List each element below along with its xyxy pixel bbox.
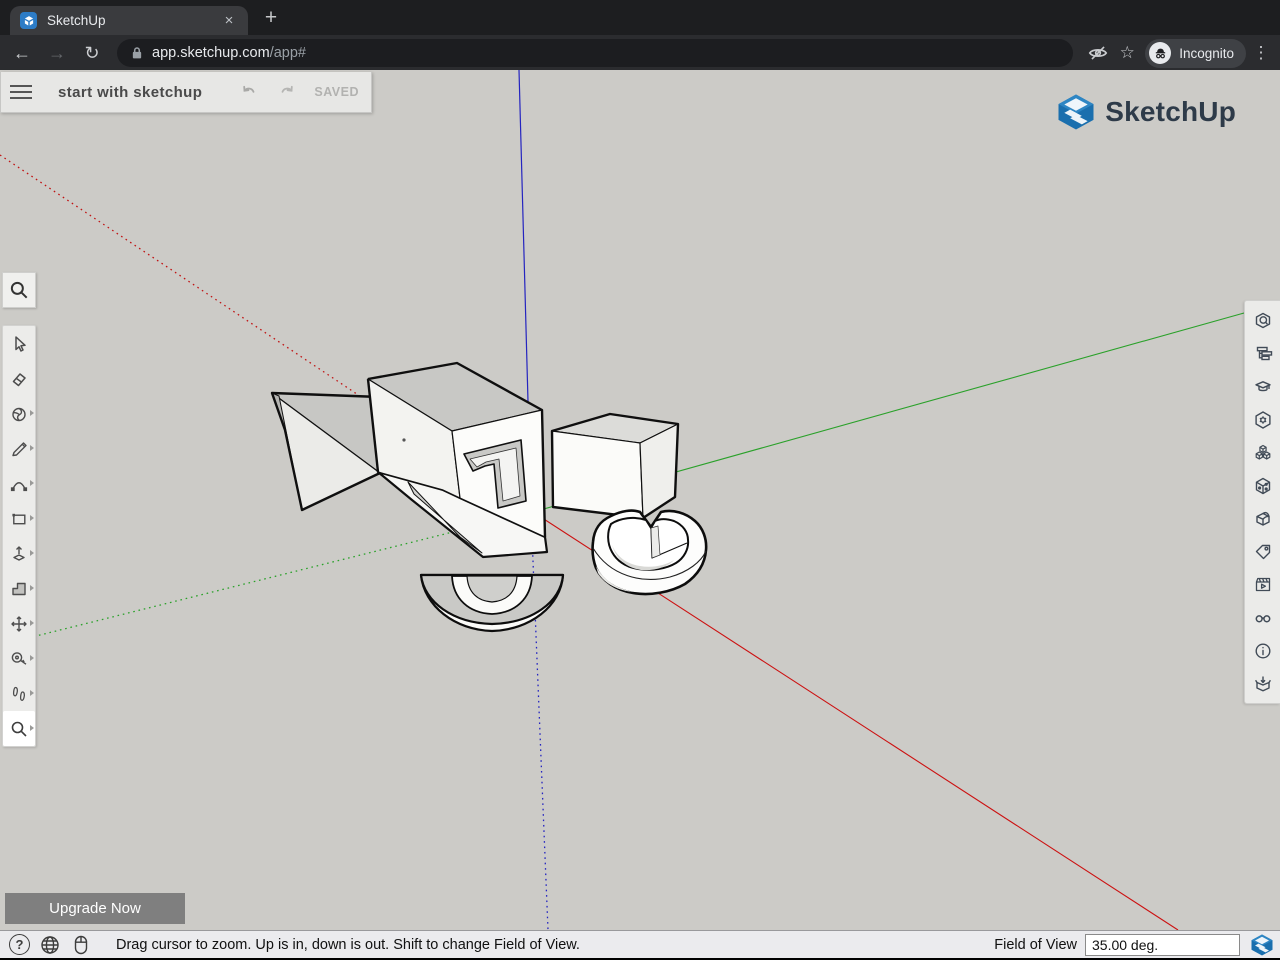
- mouse-icon: [70, 934, 92, 956]
- back-icon[interactable]: ←: [9, 43, 35, 64]
- panel-styles[interactable]: [1245, 469, 1280, 502]
- materials-icon: [1254, 410, 1271, 429]
- model-ring[interactable]: [591, 509, 708, 596]
- right-toolbar: [1244, 300, 1280, 704]
- tool-push-pull[interactable]: [3, 536, 35, 571]
- warehouse-box-icon: [1254, 676, 1271, 691]
- arc-icon: [10, 481, 28, 491]
- field-of-view-input[interactable]: [1085, 933, 1240, 956]
- upgrade-now-button[interactable]: Upgrade Now: [5, 893, 185, 924]
- walk-icon: [12, 686, 26, 701]
- bookmark-star-icon[interactable]: ☆: [1115, 43, 1139, 63]
- status-message: Drag cursor to zoom. Up is in, down is o…: [116, 936, 580, 953]
- browser-toolbar: ← → ↻ app.sketchup.com/app# ☆ Incognito …: [0, 35, 1280, 71]
- move-icon: [11, 615, 27, 632]
- sketchup-logo-icon: [1058, 94, 1094, 130]
- tool-select[interactable]: [3, 326, 35, 361]
- styles-icon: [1255, 477, 1270, 494]
- tab-title: SketchUp: [47, 13, 106, 28]
- redo-icon[interactable]: [276, 82, 298, 102]
- model-wedge[interactable]: [270, 391, 381, 512]
- panel-3d-warehouse[interactable]: [1245, 667, 1280, 700]
- panel-display[interactable]: [1245, 601, 1280, 634]
- help-icon[interactable]: ?: [9, 934, 30, 955]
- panel-instructor[interactable]: [1245, 370, 1280, 403]
- field-of-view-label: Field of View: [994, 936, 1077, 953]
- url-domain: app.sketchup.com: [152, 45, 270, 61]
- soften-edges-icon: [1255, 511, 1270, 526]
- panel-outliner[interactable]: [1245, 337, 1280, 370]
- sketchup-app: start with sketchup SAVED SketchUp Upgra…: [0, 70, 1280, 958]
- paint-shell-icon: [12, 407, 26, 421]
- undo-icon[interactable]: [238, 82, 260, 102]
- model-main-box[interactable]: [366, 361, 549, 559]
- rectangle-icon: [12, 513, 26, 524]
- panel-components[interactable]: [1245, 436, 1280, 469]
- language-globe-icon[interactable]: [39, 934, 61, 956]
- info-icon: [1254, 642, 1271, 659]
- tool-search-button[interactable]: [2, 272, 36, 308]
- panel-entity-info[interactable]: [1245, 304, 1280, 337]
- tool-move[interactable]: [3, 606, 35, 641]
- sketchup-mini-logo-icon: [1250, 933, 1274, 957]
- left-toolbar: [2, 325, 36, 747]
- zoom-icon: [11, 721, 27, 737]
- search-icon: [10, 281, 28, 299]
- panel-scenes[interactable]: [1245, 568, 1280, 601]
- scenes-icon: [1255, 577, 1270, 591]
- select-cursor-icon: [15, 335, 26, 352]
- lock-icon: [132, 47, 142, 59]
- tool-eraser[interactable]: [3, 361, 35, 396]
- screen: SketchUp × + ← → ↻ app.sketchup.com/app#…: [0, 0, 1280, 960]
- browser-tab[interactable]: SketchUp ×: [10, 6, 248, 35]
- glasses-icon: [1255, 614, 1270, 622]
- push-pull-icon: [13, 545, 25, 561]
- sketchup-favicon-icon: [20, 12, 37, 29]
- panel-soften-edges[interactable]: [1245, 502, 1280, 535]
- model-half-disc[interactable]: [419, 573, 565, 633]
- eraser-icon: [12, 372, 26, 386]
- model-cube[interactable]: [550, 412, 680, 520]
- document-title: start with sketchup: [58, 83, 203, 101]
- outliner-icon: [1256, 346, 1272, 360]
- incognito-label: Incognito: [1179, 45, 1234, 61]
- tool-tape-measure[interactable]: [3, 641, 35, 676]
- saved-status: SAVED: [314, 85, 359, 99]
- menu-hamburger-icon[interactable]: [10, 85, 32, 99]
- viewport-3d-scene[interactable]: [0, 70, 1280, 930]
- tool-walk[interactable]: [3, 676, 35, 711]
- app-header-bar: start with sketchup SAVED: [0, 72, 372, 113]
- panel-tags[interactable]: [1245, 535, 1280, 568]
- sketchup-brand: SketchUp: [1056, 92, 1236, 132]
- forward-icon: →: [48, 42, 66, 63]
- url-bar[interactable]: app.sketchup.com/app#: [117, 39, 1074, 67]
- panel-model-info[interactable]: [1245, 634, 1280, 667]
- tab-close-icon[interactable]: ×: [220, 12, 238, 30]
- instructor-icon: [1254, 380, 1271, 391]
- status-bar: ? Drag cursor to zoom. Up is in, down is…: [0, 930, 1280, 958]
- tape-measure-icon: [11, 651, 27, 665]
- panel-materials[interactable]: [1245, 403, 1280, 436]
- browser-tab-bar: SketchUp × +: [0, 0, 1280, 35]
- tool-line[interactable]: [3, 431, 35, 466]
- url-path: /app#: [269, 45, 306, 61]
- browser-menu-icon[interactable]: ⋮: [1252, 43, 1270, 63]
- reload-icon[interactable]: ↻: [79, 43, 105, 64]
- new-tab-button[interactable]: +: [258, 5, 284, 31]
- pencil-icon: [12, 441, 27, 456]
- tool-arc[interactable]: [3, 466, 35, 501]
- incognito-icon: [1149, 42, 1172, 64]
- sketchup-logo-text: SketchUp: [1105, 96, 1236, 127]
- tool-paint[interactable]: [3, 396, 35, 431]
- tool-offset[interactable]: [3, 571, 35, 606]
- components-icon: [1255, 444, 1270, 460]
- incognito-badge: Incognito: [1145, 38, 1246, 68]
- tool-zoom[interactable]: [3, 711, 35, 746]
- tags-icon: [1255, 544, 1270, 559]
- offset-icon: [12, 582, 26, 595]
- eye-off-icon[interactable]: [1087, 42, 1109, 64]
- entity-info-icon: [1255, 312, 1270, 328]
- tool-rectangle[interactable]: [3, 501, 35, 536]
